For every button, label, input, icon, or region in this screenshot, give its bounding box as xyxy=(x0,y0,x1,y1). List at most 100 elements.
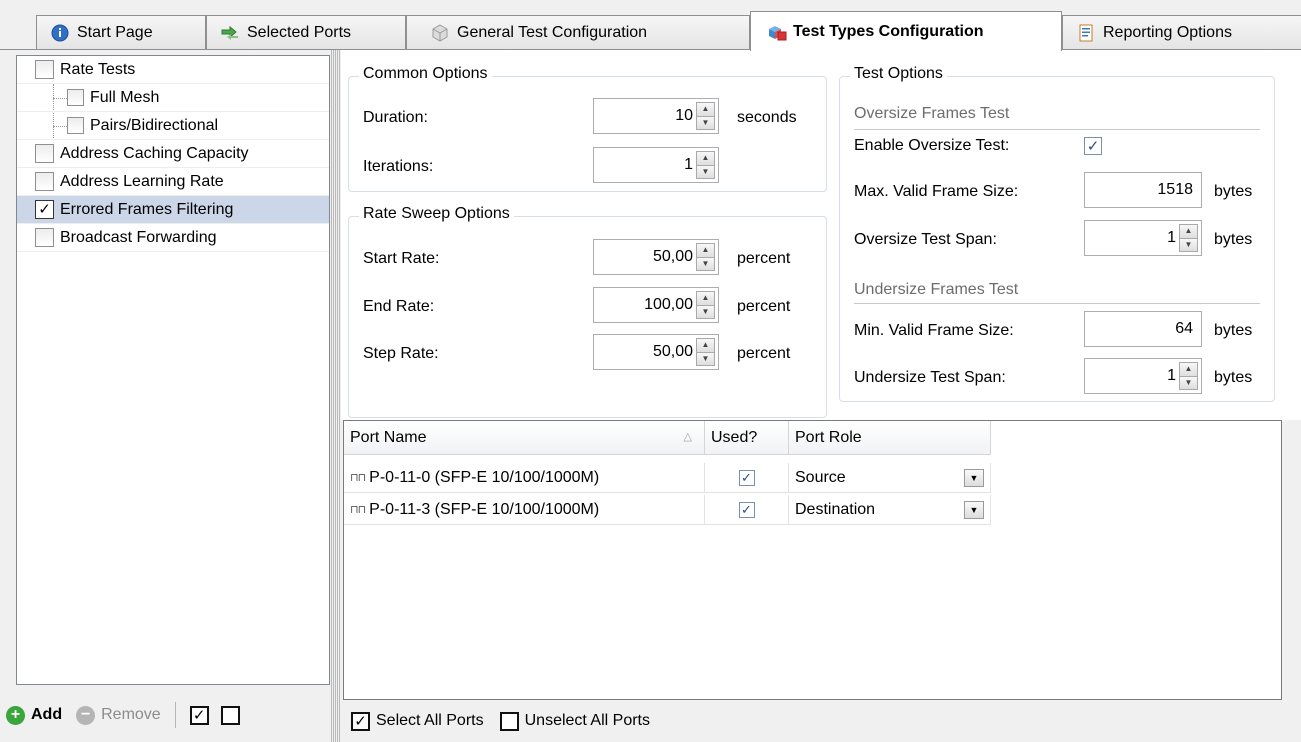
tree-item-checkbox[interactable] xyxy=(35,228,54,247)
step-rate-stepper[interactable]: 50,00 ▲ ▼ xyxy=(593,334,719,370)
used-cell[interactable]: ✓ xyxy=(705,463,789,493)
table-row[interactable]: ⊓⊓ P-0-11-3 (SFP-E 10/100/1000M) ✓ Desti… xyxy=(344,495,991,525)
tree-item-checkbox[interactable] xyxy=(35,172,54,191)
spin-up-icon[interactable]: ▲ xyxy=(697,292,714,305)
tab-selected-ports[interactable]: Selected Ports xyxy=(206,15,406,50)
add-button[interactable]: + Add xyxy=(6,705,63,725)
tree-item-pairs-bidirectional[interactable]: Pairs/Bidirectional xyxy=(17,112,329,140)
checkmark-icon: ✓ xyxy=(741,470,752,485)
add-icon: + xyxy=(6,705,25,725)
start-rate-value: 50,00 xyxy=(652,248,693,265)
oversize-span-stepper[interactable]: 1 ▲ ▼ xyxy=(1084,220,1202,256)
tab-label: Reporting Options xyxy=(1103,24,1232,41)
spin-up-icon[interactable]: ▲ xyxy=(697,103,714,116)
end-rate-label: End Rate: xyxy=(363,298,435,315)
tree-item-address-learning-rate[interactable]: Address Learning Rate xyxy=(17,168,329,196)
check-all-button[interactable]: ✓ xyxy=(189,705,209,725)
tree-item-checkbox[interactable]: ✓ xyxy=(35,200,54,219)
enable-oversize-checkbox[interactable]: ✓ xyxy=(1084,137,1102,155)
test-options-group: Test Options Oversize Frames Test Enable… xyxy=(839,65,1275,402)
tree-item-broadcast-forwarding[interactable]: Broadcast Forwarding xyxy=(17,224,329,252)
spin-buttons[interactable]: ▲ ▼ xyxy=(696,102,715,130)
spin-down-icon[interactable]: ▼ xyxy=(1180,375,1197,389)
tree-item-address-caching-capacity[interactable]: Address Caching Capacity xyxy=(17,140,329,168)
tree-item-full-mesh[interactable]: Full Mesh xyxy=(17,84,329,112)
max-frame-size-value: 1518 xyxy=(1157,181,1193,198)
tree-item-checkbox[interactable] xyxy=(35,60,54,79)
column-label: Port Name xyxy=(350,428,427,446)
test-options-title: Test Options xyxy=(850,65,947,83)
spin-buttons[interactable]: ▲ ▼ xyxy=(696,151,715,179)
end-rate-stepper[interactable]: 100,00 ▲ ▼ xyxy=(593,287,719,323)
select-all-label: Select All Ports xyxy=(376,712,484,729)
select-all-ports-button[interactable]: ✓ Select All Ports xyxy=(351,711,484,731)
spin-buttons[interactable]: ▲ ▼ xyxy=(696,291,715,319)
port-name-cell: ⊓⊓ P-0-11-0 (SFP-E 10/100/1000M) xyxy=(344,463,705,493)
tab-general-test-configuration[interactable]: General Test Configuration xyxy=(406,15,750,50)
port-icon: ⊓⊓ xyxy=(350,472,366,484)
port-role-cell[interactable]: Destination ▼ xyxy=(789,495,991,525)
spin-buttons[interactable]: ▲ ▼ xyxy=(696,338,715,366)
used-cell[interactable]: ✓ xyxy=(705,495,789,525)
spin-down-icon[interactable]: ▼ xyxy=(697,115,714,129)
undersize-span-stepper[interactable]: 1 ▲ ▼ xyxy=(1084,358,1202,394)
spin-down-icon[interactable]: ▼ xyxy=(697,304,714,318)
tab-reporting-options[interactable]: Reporting Options xyxy=(1062,15,1301,50)
oversize-section-label: Oversize Frames Test xyxy=(854,105,1010,122)
spin-buttons[interactable]: ▲ ▼ xyxy=(1179,224,1198,252)
unselect-all-ports-button[interactable]: Unselect All Ports xyxy=(499,711,650,731)
tab-label: Test Types Configuration xyxy=(793,22,984,40)
iterations-stepper[interactable]: 1 ▲ ▼ xyxy=(593,147,719,183)
port-role: Destination xyxy=(795,500,876,518)
max-frame-size-field[interactable]: 1518 xyxy=(1084,172,1202,208)
tree-item-rate-tests[interactable]: Rate Tests xyxy=(17,56,329,84)
used-checkbox[interactable]: ✓ xyxy=(738,469,755,486)
dropdown-arrow-icon[interactable]: ▼ xyxy=(964,501,984,519)
tree-item-checkbox[interactable] xyxy=(35,144,54,163)
spin-down-icon[interactable]: ▼ xyxy=(697,351,714,365)
column-used[interactable]: Used? xyxy=(705,421,789,454)
duration-unit: seconds xyxy=(737,109,797,126)
spin-buttons[interactable]: ▲ ▼ xyxy=(1179,362,1198,390)
tab-label: General Test Configuration xyxy=(457,24,648,41)
spin-up-icon[interactable]: ▲ xyxy=(1180,363,1197,376)
port-role-cell[interactable]: Source ▼ xyxy=(789,463,991,493)
tree-item-errored-frames-filtering[interactable]: ✓ Errored Frames Filtering xyxy=(17,196,329,224)
duration-stepper[interactable]: 10 ▲ ▼ xyxy=(593,98,719,134)
tree-item-checkbox[interactable] xyxy=(67,117,84,134)
checkmark-icon: ✓ xyxy=(1086,137,1100,155)
start-rate-stepper[interactable]: 50,00 ▲ ▼ xyxy=(593,239,719,275)
spin-down-icon[interactable]: ▼ xyxy=(1180,237,1197,251)
dropdown-arrow-icon[interactable]: ▼ xyxy=(964,469,984,487)
add-label: Add xyxy=(31,706,63,723)
spin-up-icon[interactable]: ▲ xyxy=(697,244,714,257)
spin-down-icon[interactable]: ▼ xyxy=(697,164,714,178)
oversize-span-value: 1 xyxy=(1167,229,1176,246)
spin-down-icon[interactable]: ▼ xyxy=(697,256,714,270)
spin-up-icon[interactable]: ▲ xyxy=(697,339,714,352)
min-frame-size-field[interactable]: 64 xyxy=(1084,311,1202,347)
table-row[interactable]: ⊓⊓ P-0-11-0 (SFP-E 10/100/1000M) ✓ Sourc… xyxy=(344,463,991,493)
spin-up-icon[interactable]: ▲ xyxy=(697,152,714,165)
tree-item-label: Pairs/Bidirectional xyxy=(90,116,219,134)
unselect-all-checkbox xyxy=(499,711,519,731)
column-port-name[interactable]: Port Name △ xyxy=(344,421,705,454)
spin-buttons[interactable]: ▲ ▼ xyxy=(696,243,715,271)
spin-up-icon[interactable]: ▲ xyxy=(1180,225,1197,238)
tab-test-types-configuration[interactable]: Test Types Configuration xyxy=(750,11,1062,51)
sort-ascending-icon: △ xyxy=(683,431,692,443)
tab-start-page[interactable]: Start Page xyxy=(36,15,206,50)
used-checkbox[interactable]: ✓ xyxy=(738,501,755,518)
common-options-group: Common Options Duration: 10 ▲ ▼ seconds I… xyxy=(348,65,827,192)
tree-item-checkbox[interactable] xyxy=(67,89,84,106)
oversize-span-unit: bytes xyxy=(1214,231,1253,248)
uncheck-all-button[interactable] xyxy=(220,705,240,725)
step-rate-unit: percent xyxy=(737,345,791,362)
end-rate-value: 100,00 xyxy=(644,296,693,313)
tab-label: Selected Ports xyxy=(247,24,352,41)
column-port-role[interactable]: Port Role xyxy=(789,421,991,454)
remove-button[interactable]: − Remove xyxy=(76,705,161,725)
cube-icon xyxy=(431,24,449,42)
rate-sweep-group: Rate Sweep Options Start Rate: 50,00 ▲ ▼ … xyxy=(348,205,827,418)
splitter[interactable] xyxy=(331,50,341,742)
